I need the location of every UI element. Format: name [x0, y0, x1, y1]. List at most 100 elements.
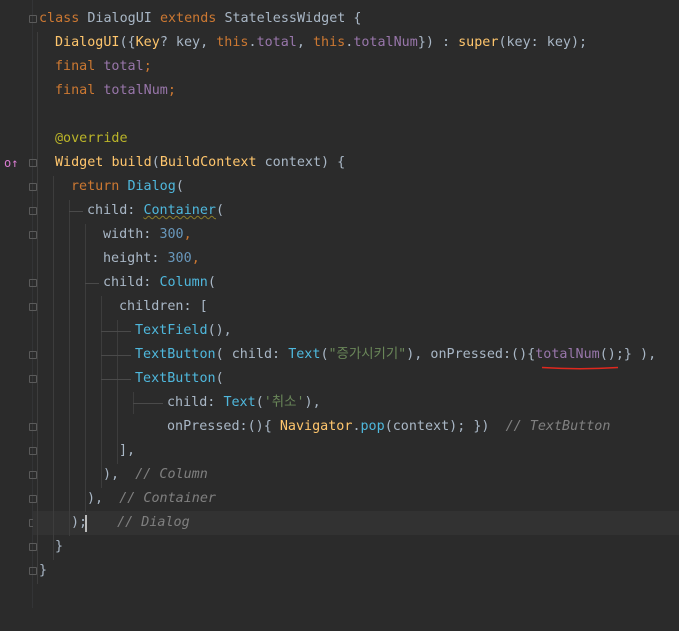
code-comment: // Dialog	[117, 515, 190, 530]
constructor-name: DialogUI	[55, 35, 120, 50]
keyword: extends	[159, 11, 217, 26]
code-text: height:	[103, 251, 168, 266]
code-text: child:	[103, 275, 160, 290]
code-line-14[interactable]: TextField(),	[33, 319, 679, 343]
code-comment: // TextButton	[505, 419, 611, 434]
code-text: (key: key);	[498, 35, 588, 50]
field-name: total	[256, 35, 297, 50]
field-name: total	[103, 59, 144, 74]
code-line-24[interactable]: }	[33, 559, 679, 583]
code-line-9[interactable]: child: Container(	[33, 199, 679, 223]
code-text: ;	[143, 59, 152, 74]
code-text: }) :	[417, 35, 459, 50]
code-line-3[interactable]: final total;	[33, 55, 679, 79]
keyword: class	[39, 11, 80, 26]
code-text: child:	[87, 203, 144, 218]
code-text: ,	[191, 251, 200, 266]
code-line-7[interactable]: Widget build(BuildContext context) {	[33, 151, 679, 175]
code-text: ;	[167, 83, 176, 98]
code-text: context) {	[256, 155, 346, 170]
code-text: (	[255, 395, 264, 410]
code-line-18[interactable]: onPressed:(){ Navigator.pop(context); })…	[33, 415, 679, 439]
code-text: ( child:	[215, 347, 289, 362]
code-text: (	[215, 371, 224, 386]
type-name: Widget	[55, 155, 104, 170]
code-line-22[interactable]: );// Dialog	[33, 511, 679, 535]
code-line-10[interactable]: width: 300,	[33, 223, 679, 247]
code-line-2[interactable]: DialogUI({Key? key, this.total, this.tot…	[33, 31, 679, 55]
override-method-icon[interactable]: o↑	[4, 157, 18, 169]
keyword: this	[216, 35, 249, 50]
code-text: onPressed:(){	[167, 419, 280, 434]
widget-name: Dialog	[127, 179, 176, 194]
code-line-19[interactable]: ],	[33, 439, 679, 463]
field-name: totalNum	[353, 35, 418, 50]
code-line-13[interactable]: children: [	[33, 295, 679, 319]
code-text: ),	[304, 395, 321, 410]
widget-name: TextButton	[135, 347, 216, 362]
code-text: width:	[103, 227, 160, 242]
code-text: ,	[296, 35, 313, 50]
code-line-17[interactable]: child: Text('취소'),	[33, 391, 679, 415]
type-name: Key	[135, 35, 160, 50]
keyword: final	[55, 83, 96, 98]
code-line-11[interactable]: height: 300,	[33, 247, 679, 271]
code-editor[interactable]: class DialogUI extends StatelessWidget {…	[33, 0, 679, 608]
code-text: children: [	[119, 299, 208, 314]
code-text: (),	[207, 323, 232, 338]
widget-name: TextField	[135, 323, 208, 338]
widget-name: Container	[143, 203, 216, 218]
widget-name: Column	[159, 275, 208, 290]
code-line-23[interactable]: }	[33, 535, 679, 559]
keyword: return	[71, 179, 120, 194]
class-name: DialogUI	[87, 11, 152, 26]
code-text: (	[175, 179, 184, 194]
keyword: this	[313, 35, 346, 50]
base-class: StatelessWidget	[224, 11, 346, 26]
code-text: (	[207, 275, 216, 290]
code-text: }	[39, 563, 48, 578]
class-name: Navigator	[279, 419, 353, 434]
code-line-21[interactable]: ), // Container	[33, 487, 679, 511]
code-text: .	[248, 35, 257, 50]
code-comment: // Column	[135, 467, 208, 482]
code-text: ),	[103, 467, 136, 482]
code-line-8[interactable]: return Dialog(	[33, 175, 679, 199]
keyword: super	[458, 35, 499, 50]
code-text: (context); })	[384, 419, 506, 434]
code-text: (	[216, 203, 225, 218]
number-literal: 300	[167, 251, 192, 266]
keyword: final	[55, 59, 96, 74]
code-line-4[interactable]: final totalNum;	[33, 79, 679, 103]
code-text: child:	[167, 395, 224, 410]
string-literal: "증가시키기"	[328, 347, 407, 362]
code-line-1[interactable]: class DialogUI extends StatelessWidget {	[33, 7, 679, 31]
widget-name: TextButton	[135, 371, 216, 386]
text-cursor	[85, 515, 87, 532]
annotation: @override	[55, 131, 128, 146]
code-line-6[interactable]: @override	[33, 127, 679, 151]
field-name: totalNum	[535, 347, 600, 362]
code-text: ({	[119, 35, 136, 50]
code-text: .	[352, 419, 361, 434]
code-text: {	[345, 11, 362, 26]
string-literal: '취소'	[263, 395, 305, 410]
code-text: ),	[87, 491, 120, 506]
code-line-20[interactable]: ), // Column	[33, 463, 679, 487]
code-text: }	[55, 539, 64, 554]
code-text: (	[151, 155, 160, 170]
code-text: ), onPressed:(){	[406, 347, 536, 362]
code-comment: // Container	[119, 491, 216, 506]
code-text: ();} ),	[599, 347, 657, 362]
number-literal: 300	[159, 227, 184, 242]
code-line-12[interactable]: child: Column(	[33, 271, 679, 295]
type-name: BuildContext	[159, 155, 257, 170]
code-text: ,	[183, 227, 192, 242]
widget-name: Text	[288, 347, 321, 362]
code-text: ],	[119, 443, 136, 458]
field-name: totalNum	[103, 83, 168, 98]
code-line-15[interactable]: TextButton( child: Text("증가시키기"), onPres…	[33, 343, 679, 367]
method-name: build	[111, 155, 152, 170]
code-text: (	[320, 347, 329, 362]
widget-name: Text	[223, 395, 256, 410]
